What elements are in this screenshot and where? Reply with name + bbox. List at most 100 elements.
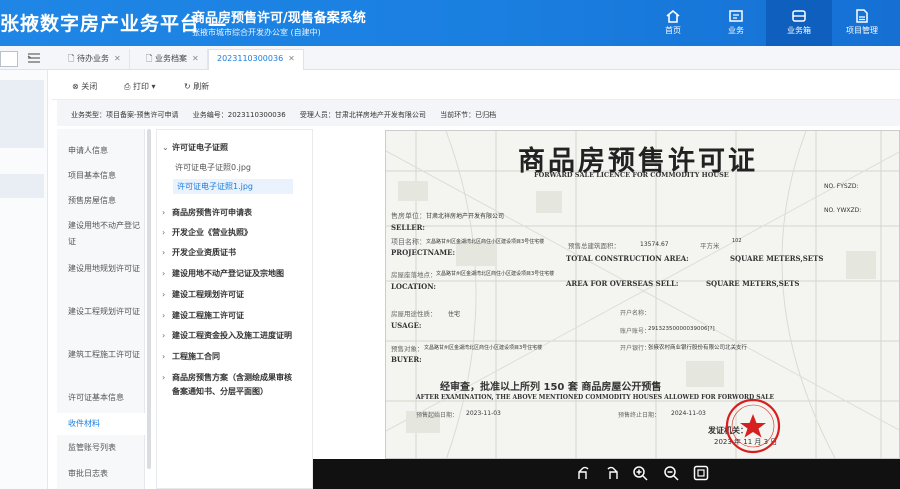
close-icon[interactable]: ✕: [192, 54, 199, 63]
menu-engineering-planning[interactable]: 建设工程规划许可证: [68, 304, 142, 320]
seller-label: 售房单位：: [391, 212, 426, 220]
project-icon: [856, 9, 868, 23]
chevron-right-icon: ›: [162, 269, 166, 278]
nav-inbox[interactable]: 业务箱: [766, 0, 832, 46]
business-icon: [729, 10, 743, 22]
license-no-1: NO. FYSZD:: [824, 183, 859, 190]
nav-project[interactable]: 项目管理: [829, 0, 895, 46]
sidebar-block: [0, 174, 44, 198]
close-icon[interactable]: ✕: [114, 54, 121, 63]
detail-menu: 申请人信息 项目基本信息 预售房屋信息 建设用地不动产登记证 建设用地规划许可证…: [57, 129, 145, 489]
menu-project-info[interactable]: 项目基本信息: [68, 168, 142, 184]
sidebar-search-input[interactable]: [0, 51, 18, 67]
tree-node[interactable]: › 建设工程规划许可证: [162, 289, 244, 300]
materials-tree: ⌄ 许可证电子证照 许可证电子证照0.jpg 许可证电子证照1.jpg › 商品房预…: [156, 129, 313, 489]
nav-business[interactable]: 业务: [703, 0, 769, 46]
tree-leaf-file-selected[interactable]: 许可证电子证照1.jpg: [173, 179, 293, 194]
usage-label: 房屋用途性质：: [391, 310, 437, 318]
area-label-en: TOTAL CONSTRUCTION AREA:: [566, 254, 689, 263]
menu-presale-house[interactable]: 预售房屋信息: [68, 193, 142, 209]
chevron-right-icon: ›: [162, 290, 166, 299]
menu-land-planning[interactable]: 建设用地规划许可证: [68, 261, 142, 277]
current-stage: 当前环节：已归档: [440, 111, 497, 119]
tree-node[interactable]: › 开发企业《营业执照》: [162, 227, 252, 238]
close-icon[interactable]: ✕: [288, 54, 295, 63]
document-icon: 🗋: [146, 54, 155, 63]
menu-supervision-accounts[interactable]: 监管账号列表: [68, 440, 142, 456]
project-label-en: PROJECTNAME:: [391, 248, 456, 257]
start-date-label: 预售起始日期：: [416, 412, 459, 419]
close-circle-icon: ⊗: [72, 82, 82, 91]
menu-applicant[interactable]: 申请人信息: [68, 143, 142, 159]
menu-land-registration[interactable]: 建设用地不动产登记证: [68, 218, 142, 250]
tab-bar: 🗋 待办业务 ✕ 🗋 业务档案 ✕ 2023110300036 ✕: [0, 46, 900, 70]
fit-screen-icon[interactable]: [693, 465, 709, 481]
zoom-in-icon[interactable]: [632, 465, 648, 481]
chevron-down-icon: ▾: [148, 82, 156, 91]
seller-label-en: SELLER:: [391, 223, 425, 232]
area-unit-en: SQUARE METERS,SETS: [730, 254, 824, 263]
nav-home[interactable]: 首页: [640, 0, 706, 46]
chevron-down-icon: ⌄: [162, 143, 169, 152]
rotate-left-icon[interactable]: [576, 465, 592, 481]
tree-node[interactable]: › 开发企业资质证书: [162, 247, 236, 258]
chevron-right-icon: ›: [162, 311, 166, 320]
chevron-right-icon: ›: [162, 373, 166, 382]
menu-scrollbar[interactable]: [147, 129, 151, 469]
home-icon: [666, 9, 680, 23]
official-seal: [725, 398, 781, 454]
area-unit: 平方米: [700, 242, 720, 250]
app-header: 张掖数字房产业务平台 — 商品房预售许可/现售备案系统 张掖市城市综合开发办公室…: [0, 0, 900, 46]
tab-archive[interactable]: 🗋 业务档案 ✕: [138, 49, 208, 70]
project-label: 项目名称：: [391, 238, 426, 246]
menu-license-info[interactable]: 许可证基本信息: [68, 390, 142, 406]
usage-value: 住宅: [448, 311, 461, 318]
tree-node[interactable]: › 建设用地不动产登记证及宗地图: [162, 268, 284, 279]
tree-node-license[interactable]: ⌄ 许可证电子证照: [162, 142, 228, 153]
project-value: 文昌路甘州区金湖湾北区商住小区建设项目3号住宅楼: [426, 239, 545, 245]
area-value: 13574.67: [640, 241, 669, 248]
menu-construction-permit[interactable]: 建筑工程施工许可证: [68, 347, 142, 363]
rotate-right-icon[interactable]: [604, 465, 620, 481]
refresh-icon: ↻: [184, 82, 194, 91]
start-date-value: 2023-11-03: [466, 410, 501, 417]
approval-text-en: AFTER EXAMINATION, THE ABOVE MENTIONED C…: [416, 394, 775, 401]
inbox-icon: [792, 10, 806, 22]
print-icon: ⎙: [124, 82, 133, 91]
tree-leaf-file[interactable]: 许可证电子证照0.jpg: [175, 162, 251, 173]
tree-node[interactable]: › 商品房预售许可申请表: [162, 207, 252, 218]
buyer-label-en: BUYER:: [391, 355, 422, 364]
tree-node[interactable]: › 建设工程施工许可证: [162, 310, 244, 321]
menu-approval-log[interactable]: 审批日志表: [68, 466, 142, 482]
bank-name-label: 开户名称：: [620, 310, 651, 317]
chevron-right-icon: ›: [162, 248, 166, 257]
left-sidebar: [0, 70, 48, 489]
license-subtitle: FORWARD SALE LICENCE FOR COMMODITY HOUSE: [534, 171, 729, 179]
approval-text: 经审查，批准以上所列 150 套 商品房屋公开预售: [440, 382, 662, 393]
buyer-value: 文昌路甘州区金湖湾北区商住小区建设项目3号住宅楼: [424, 345, 543, 351]
area-label: 预售总建筑面积：: [568, 242, 620, 250]
account-label: 账户账号：: [620, 328, 651, 335]
tree-node-continued: 备案通知书、分层平面图）: [172, 387, 268, 396]
menu-toggle-icon[interactable]: [27, 52, 41, 64]
buyer-label: 预售对象：: [391, 345, 424, 353]
tree-node[interactable]: › 建设工程资金投入及施工进度证明: [162, 330, 292, 341]
zoom-out-icon[interactable]: [663, 465, 679, 481]
business-number: 业务编号：2023110300036: [192, 111, 286, 119]
end-date-value: 2024-11-03: [671, 410, 706, 417]
business-info-bar: 业务类型：项目备案-预售许可申请 业务编号：2023110300036 受理人员…: [57, 100, 900, 126]
menu-materials[interactable]: 收件材料: [57, 413, 145, 435]
tree-node[interactable]: › 商品房预售方案（含测绘成果审核: [162, 372, 292, 383]
tab-todo[interactable]: 🗋 待办业务 ✕: [60, 49, 130, 70]
close-button[interactable]: ⊗ 关闭: [72, 81, 97, 92]
license-no-2: NO. YWXZD:: [824, 207, 862, 214]
tab-current[interactable]: 2023110300036 ✕: [208, 49, 304, 70]
refresh-button[interactable]: ↻ 刷新: [184, 81, 209, 92]
location-value: 文昌路甘州区金湖湾北区商住小区建设项目3号住宅楼: [436, 271, 555, 277]
chevron-right-icon: ›: [162, 331, 166, 340]
bank-label: 开户银行：: [620, 345, 651, 352]
toolbar: ⊗ 关闭 ⎙ 打印 ▾ ↻ 刷新: [52, 72, 900, 100]
tree-node[interactable]: › 工程施工合同: [162, 351, 220, 362]
print-button[interactable]: ⎙ 打印 ▾: [124, 81, 156, 92]
usage-label-en: USAGE:: [391, 321, 422, 330]
